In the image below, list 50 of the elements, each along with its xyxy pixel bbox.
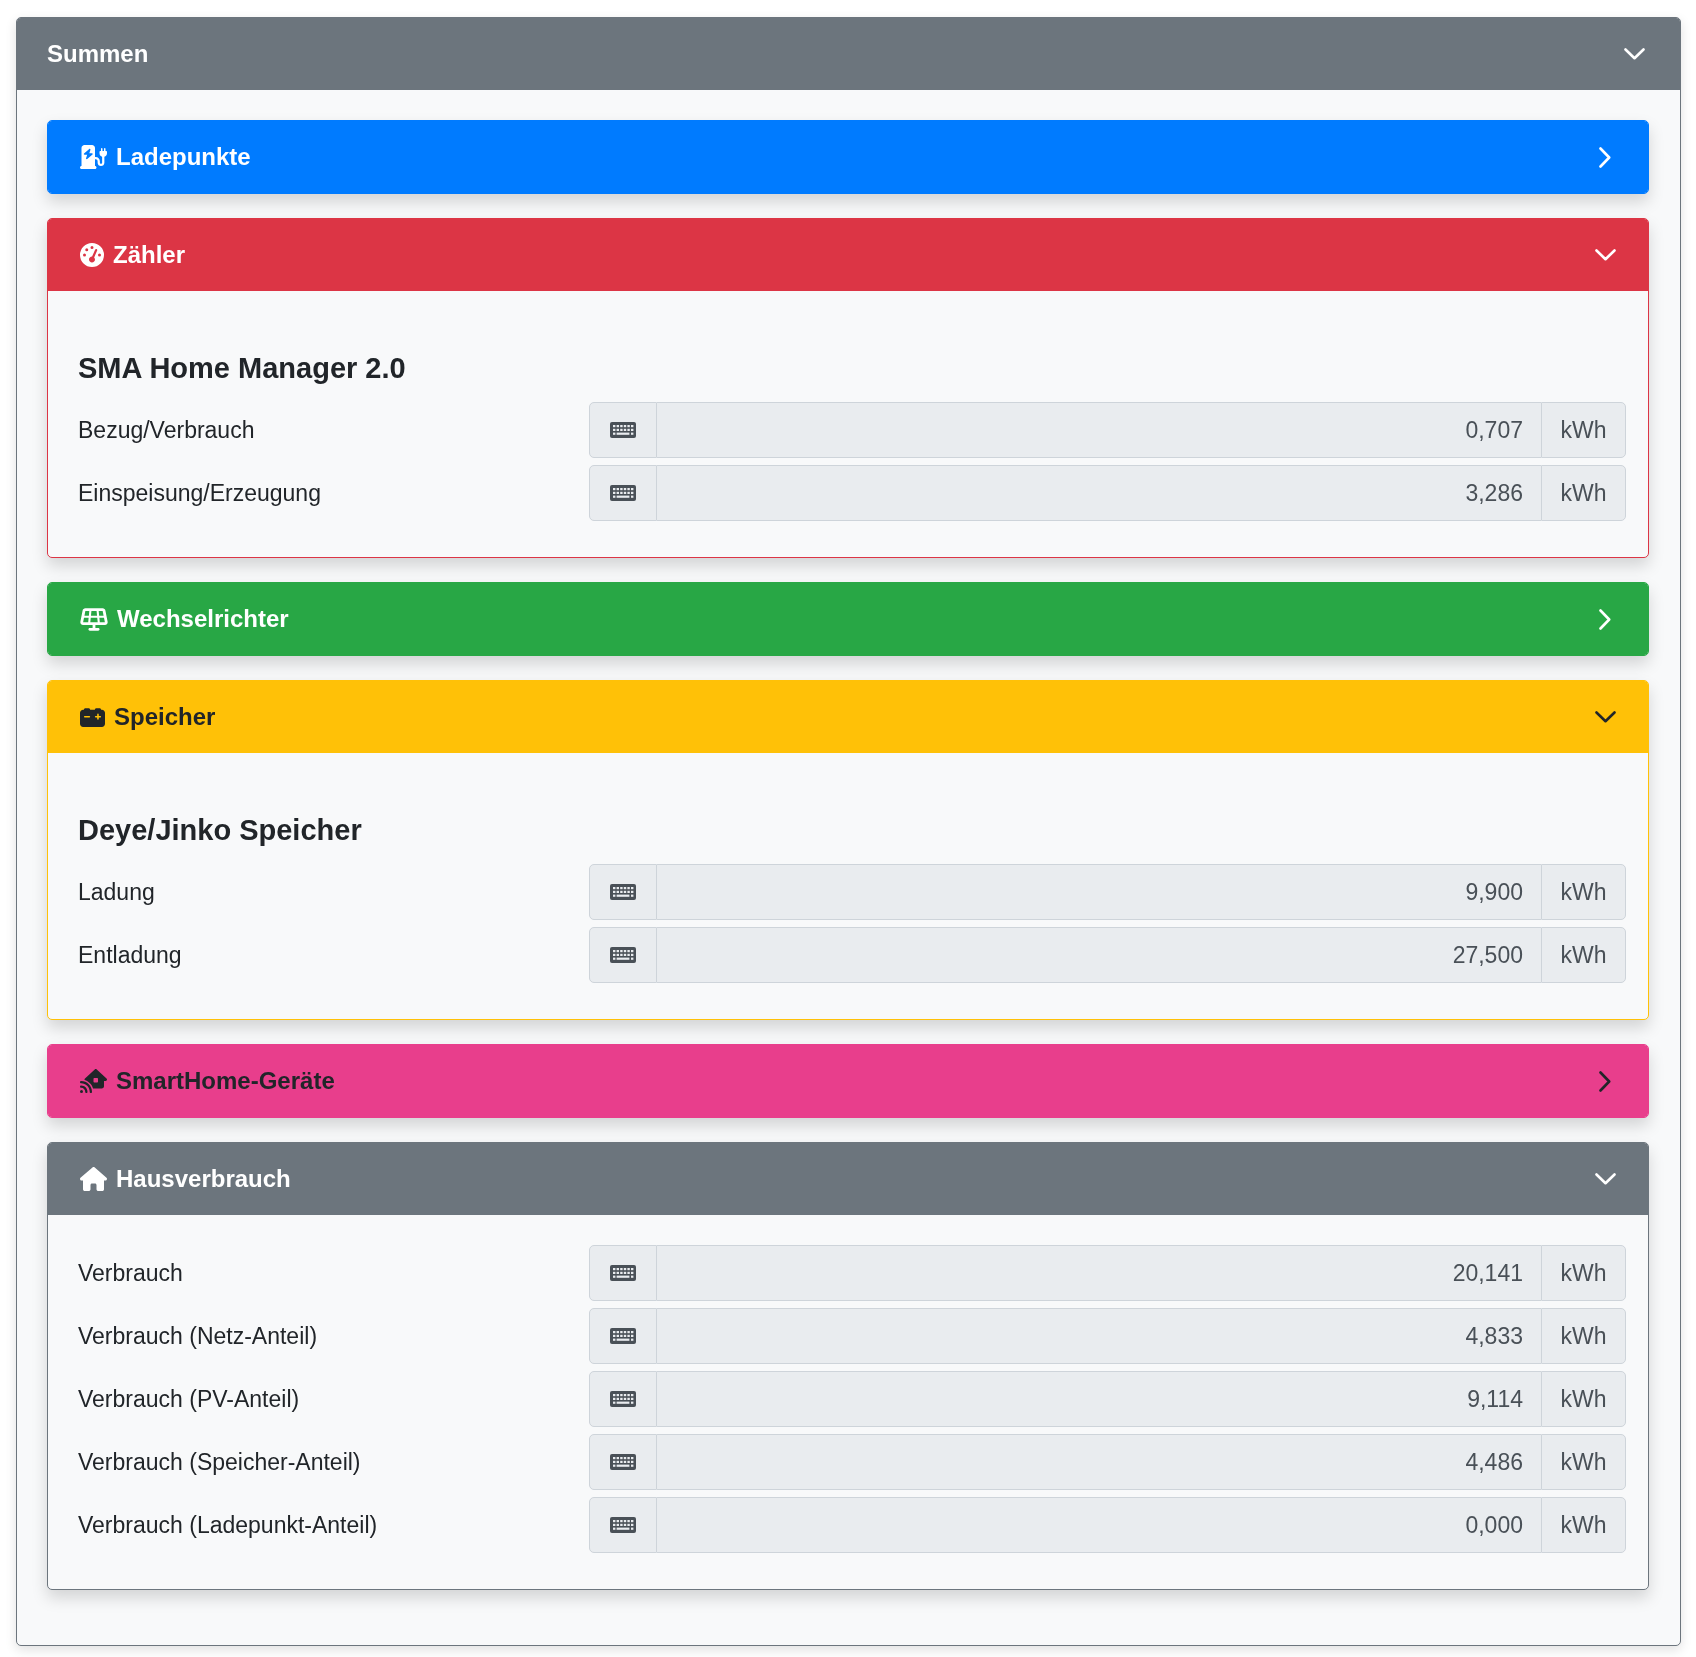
keyboard-icon bbox=[610, 1454, 636, 1470]
device-heading: SMA Home Manager 2.0 bbox=[78, 351, 407, 385]
keyboard-icon bbox=[610, 884, 636, 900]
section-header[interactable]: SmartHome-Geräte bbox=[48, 1045, 1648, 1117]
charging-station-icon bbox=[80, 145, 107, 169]
value-field: 20,141 bbox=[657, 1245, 1541, 1301]
row-label: Verbrauch (PV-Anteil) bbox=[78, 1384, 301, 1414]
row-label: Verbrauch (Netz-Anteil) bbox=[78, 1321, 319, 1351]
gauge-icon bbox=[80, 243, 104, 267]
value-field: 4,486 bbox=[657, 1434, 1541, 1490]
row-label: Einspeisung/Erzeugung bbox=[78, 478, 322, 508]
row-label: Ladung bbox=[78, 877, 156, 907]
unit-label: kWh bbox=[1541, 1245, 1626, 1301]
house-signal-icon bbox=[80, 1069, 107, 1093]
keyboard-icon bbox=[610, 422, 636, 438]
unit-label: kWh bbox=[1541, 1434, 1626, 1490]
section-header[interactable]: Speicher bbox=[48, 681, 1648, 753]
house-icon bbox=[80, 1167, 107, 1191]
section-header[interactable]: Zähler bbox=[48, 219, 1648, 291]
row-label: Verbrauch (Speicher-Anteil) bbox=[78, 1447, 362, 1477]
row-label: Bezug/Verbrauch bbox=[78, 415, 256, 445]
section-header[interactable]: Hausverbrauch bbox=[48, 1143, 1648, 1215]
value-field: 27,500 bbox=[657, 927, 1541, 983]
device-heading: Deye/Jinko Speicher bbox=[78, 813, 363, 847]
unit-label: kWh bbox=[1541, 927, 1626, 983]
keyboard-icon bbox=[610, 1265, 636, 1281]
value-field: 3,286 bbox=[657, 465, 1541, 521]
unit-label: kWh bbox=[1541, 465, 1626, 521]
unit-label: kWh bbox=[1541, 1497, 1626, 1553]
keyboard-icon bbox=[610, 1391, 636, 1407]
unit-label: kWh bbox=[1541, 1308, 1626, 1364]
unit-label: kWh bbox=[1541, 402, 1626, 458]
row-label: Verbrauch bbox=[78, 1258, 184, 1288]
value-field: 0,707 bbox=[657, 402, 1541, 458]
row-label: Entladung bbox=[78, 940, 183, 970]
panel-header[interactable]: Summen bbox=[17, 18, 1680, 90]
value-field: 9,900 bbox=[657, 864, 1541, 920]
keyboard-icon bbox=[610, 1517, 636, 1533]
keyboard-icon bbox=[610, 485, 636, 501]
keyboard-icon bbox=[610, 947, 636, 963]
keyboard-icon bbox=[610, 1328, 636, 1344]
solar-panel-icon bbox=[80, 607, 108, 631]
section-header[interactable]: Ladepunkte bbox=[48, 121, 1648, 193]
value-field: 9,114 bbox=[657, 1371, 1541, 1427]
unit-label: kWh bbox=[1541, 864, 1626, 920]
section-header[interactable]: Wechselrichter bbox=[48, 583, 1648, 655]
value-field: 4,833 bbox=[657, 1308, 1541, 1364]
value-field: 0,000 bbox=[657, 1497, 1541, 1553]
unit-label: kWh bbox=[1541, 1371, 1626, 1427]
row-label: Verbrauch (Ladepunkt-Anteil) bbox=[78, 1510, 379, 1540]
